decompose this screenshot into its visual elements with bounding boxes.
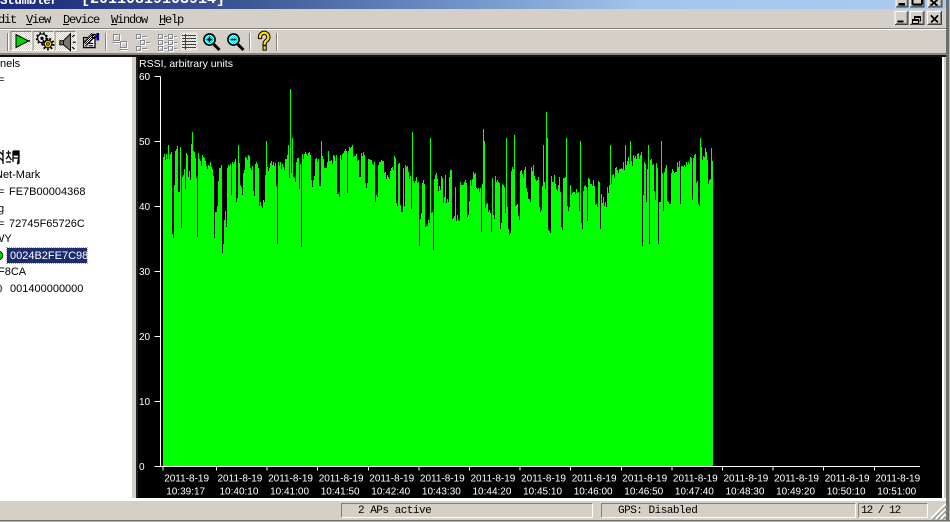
svg-text:10:42:40: 10:42:40	[371, 486, 410, 497]
svg-text:2011-8-19: 2011-8-19	[218, 473, 263, 484]
svg-text:40: 40	[139, 202, 151, 213]
svg-text:2011-8-19: 2011-8-19	[521, 473, 566, 484]
svg-text:10:49:20: 10:49:20	[776, 486, 815, 497]
svg-text:10:44:20: 10:44:20	[473, 486, 512, 497]
svg-text:20: 20	[139, 332, 151, 343]
svg-text:2011-8-19: 2011-8-19	[724, 473, 769, 484]
svg-text:2011-8-19: 2011-8-19	[319, 473, 364, 484]
svg-text:0: 0	[139, 462, 145, 473]
svg-text:2011-8-19: 2011-8-19	[572, 473, 617, 484]
svg-text:10:45:10: 10:45:10	[523, 486, 562, 497]
svg-text:2011-8-19: 2011-8-19	[875, 473, 920, 484]
svg-text:2011-8-19: 2011-8-19	[369, 473, 414, 484]
svg-text:2011-8-19: 2011-8-19	[471, 473, 516, 484]
svg-text:2011-8-19: 2011-8-19	[268, 473, 313, 484]
svg-text:10:47:40: 10:47:40	[675, 486, 714, 497]
svg-text:30: 30	[139, 267, 151, 278]
svg-text:2011-8-19: 2011-8-19	[825, 473, 870, 484]
svg-text:10:40:10: 10:40:10	[220, 486, 259, 497]
svg-text:10:46:00: 10:46:00	[574, 486, 613, 497]
svg-text:RSSI, arbitrary units: RSSI, arbitrary units	[139, 58, 233, 70]
svg-text:2011-8-19: 2011-8-19	[774, 473, 819, 484]
svg-text:2011-8-19: 2011-8-19	[420, 473, 465, 484]
svg-text:2011-8-19: 2011-8-19	[622, 473, 667, 484]
svg-text:10:46:50: 10:46:50	[624, 486, 663, 497]
svg-text:10:41:00: 10:41:00	[270, 486, 309, 497]
svg-text:60: 60	[139, 72, 151, 83]
svg-text:2011-8-19: 2011-8-19	[673, 473, 718, 484]
svg-text:50: 50	[139, 137, 151, 148]
svg-text:10:43:30: 10:43:30	[422, 486, 461, 497]
svg-text:10:41:50: 10:41:50	[321, 486, 360, 497]
svg-text:10: 10	[139, 397, 151, 408]
svg-text:2011-8-19: 2011-8-19	[164, 473, 209, 484]
svg-text:10:48:30: 10:48:30	[726, 486, 765, 497]
svg-text:10:51:00: 10:51:00	[877, 486, 916, 497]
svg-text:10:50:10: 10:50:10	[827, 486, 866, 497]
svg-text:10:39:17: 10:39:17	[166, 486, 205, 497]
